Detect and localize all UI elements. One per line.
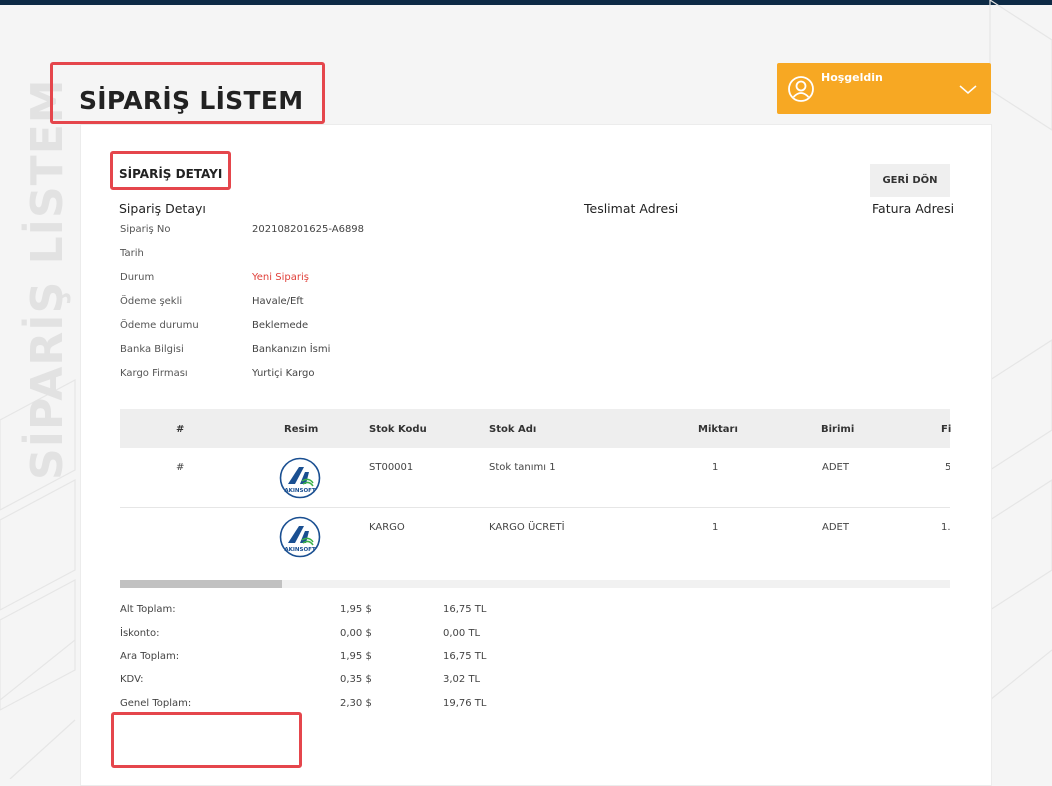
grand-total-tl: 19,76 TL	[443, 698, 487, 709]
payment-method-label: Ödeme şekli	[120, 296, 183, 307]
row2-price: 1.	[941, 522, 950, 533]
row1-price: 5	[945, 462, 950, 473]
vat-tl: 3,02 TL	[443, 674, 481, 685]
order-no-label: Sipariş No	[120, 224, 171, 235]
user-menu-button[interactable]: Hoşgeldin	[777, 63, 991, 114]
vat-label: KDV:	[120, 674, 144, 685]
col-header-image: Resim	[284, 424, 319, 435]
svg-text:AKINSOFT: AKINSOFT	[284, 488, 316, 494]
grand-total-usd: 2,30 $	[340, 698, 372, 709]
col-header-quantity: Miktarı	[698, 424, 738, 435]
grand-total-label: Genel Toplam:	[120, 698, 192, 709]
discount-usd: 0,00 $	[340, 628, 372, 639]
row1-stock-name: Stok tanımı 1	[489, 462, 556, 473]
payment-status-value: Beklemede	[252, 320, 309, 331]
billing-address-heading: Fatura Adresi	[872, 201, 955, 216]
row2-unit: ADET	[822, 522, 849, 533]
col-header-stock-code: Stok Kodu	[369, 424, 427, 435]
cargo-company-value: Yurtiçi Kargo	[252, 368, 315, 379]
bank-info-label: Banka Bilgisi	[120, 344, 184, 355]
discount-label: İskonto:	[120, 628, 160, 639]
highlight-box-title	[50, 62, 325, 124]
akinsoft-logo: AKINSOFT	[279, 457, 321, 499]
row2-stock-name: KARGO ÜCRETİ	[489, 522, 565, 533]
intermediate-total-usd: 1,95 $	[340, 651, 372, 662]
akinsoft-logo: AKINSOFT	[279, 516, 321, 558]
chevron-down-icon	[959, 85, 977, 94]
cargo-company-label: Kargo Firması	[120, 368, 188, 379]
order-detail-heading: Sipariş Detayı	[119, 201, 206, 216]
back-button[interactable]: GERİ DÖN	[870, 164, 950, 197]
svg-text:AKINSOFT: AKINSOFT	[284, 547, 316, 553]
status-label: Durum	[120, 272, 155, 283]
payment-status-label: Ödeme durumu	[120, 320, 199, 331]
subtotal-tl: 16,75 TL	[443, 604, 487, 615]
shipping-address-heading: Teslimat Adresi	[584, 201, 679, 216]
vat-usd: 0,35 $	[340, 674, 372, 685]
user-circle-icon	[788, 76, 814, 102]
row-divider	[120, 507, 950, 508]
status-value: Yeni Sipariş	[252, 272, 309, 283]
intermediate-total-label: Ara Toplam:	[120, 651, 180, 662]
row1-quantity: 1	[712, 462, 719, 473]
subtotal-label: Alt Toplam:	[120, 604, 176, 615]
highlight-box-empty	[111, 712, 302, 768]
row1-num: #	[176, 462, 185, 473]
row1-stock-code: ST00001	[369, 462, 414, 473]
order-detail-card	[80, 124, 992, 786]
vertical-page-title: SİPARİŞ LİSTEM	[22, 78, 73, 480]
greeting-text: Hoşgeldin	[821, 71, 883, 84]
row2-stock-code: KARGO	[369, 522, 405, 533]
col-header-num: #	[176, 424, 185, 435]
table-scrollbar-thumb[interactable]	[120, 580, 282, 588]
date-label: Tarih	[120, 248, 144, 259]
discount-tl: 0,00 TL	[443, 628, 481, 639]
subtotal-usd: 1,95 $	[340, 604, 372, 615]
payment-method-value: Havale/Eft	[252, 296, 304, 307]
col-header-price: Fi	[941, 424, 952, 435]
intermediate-total-tl: 16,75 TL	[443, 651, 487, 662]
bank-info-value: Bankanızın İsmi	[252, 344, 331, 355]
row1-unit: ADET	[822, 462, 849, 473]
col-header-unit: Birimi	[821, 424, 855, 435]
order-no-value: 202108201625-A6898	[252, 224, 365, 235]
col-header-stock-name: Stok Adı	[489, 424, 537, 435]
highlight-box-section	[110, 151, 231, 190]
row2-quantity: 1	[712, 522, 719, 533]
